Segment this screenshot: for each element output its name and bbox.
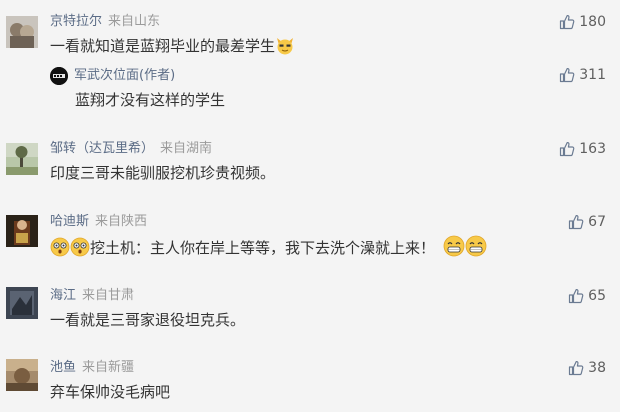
like-count: 163 [579,141,606,157]
user-name[interactable]: 京特拉尔 [50,14,102,29]
like-button[interactable]: 67 [568,213,606,231]
comment-header: 京特拉尔 来自山东 [50,14,160,30]
like-button[interactable]: 180 [559,13,606,31]
like-button[interactable]: 163 [559,140,606,158]
avatar[interactable] [6,215,38,247]
astonished-face-icon [70,237,90,263]
thumbs-up-icon [569,360,584,376]
avatar[interactable] [6,16,38,48]
comment-body: 挖土机：主人你在岸上等等，我下去洗个澡就上来！ [90,239,436,257]
comment-item: 邹转（达瓦里希） 来自湖南 印度三哥未能驯服挖机珍贵视频。 163 [0,130,620,202]
location-label: 来自新疆 [82,360,135,375]
user-name[interactable]: 池鱼 [50,360,76,375]
comment-text: 弃车保帅没毛病吧 [50,383,171,401]
avatar[interactable] [6,287,38,319]
location-label: 来自湖南 [160,141,213,156]
grinning-face-icon [465,235,487,263]
comment-body: 一看就知道是蓝翔毕业的最差学生 [50,37,276,55]
author-avatar[interactable] [50,67,68,85]
user-name[interactable]: 海江 [50,288,76,303]
user-name[interactable]: 邹转（达瓦里希） [50,141,154,156]
comment-header: 海江 来自甘肃 [50,288,134,304]
location-label: 来自山东 [108,14,161,29]
comment-item: 哈迪斯 来自陕西 挖土机：主人你在岸上等等，我下去洗个澡就上来！ 67 [0,202,620,274]
comment-header: 邹转（达瓦里希） 来自湖南 [50,141,212,157]
astonished-face-icon [50,237,70,263]
comment-item: 池鱼 来自新疆 弃车保帅没毛病吧 38 [0,346,620,412]
user-name[interactable]: 哈迪斯 [50,214,89,229]
author-name[interactable]: 军武次位面(作者) [74,68,175,83]
thumbs-up-icon [560,14,575,30]
comment-item: 京特拉尔 来自山东 一看就知道是蓝翔毕业的最差学生 180 军武次位面(作者) … [0,0,620,120]
like-button[interactable]: 38 [568,359,606,377]
location-label: 来自甘肃 [82,288,135,303]
like-count: 311 [579,67,606,83]
comment-text: 一看就是三哥家退役坦克兵。 [50,311,246,329]
comment-text: 挖土机：主人你在岸上等等，我下去洗个澡就上来！ [50,235,487,263]
location-label: 来自陕西 [95,214,148,229]
avatar[interactable] [6,359,38,391]
like-count: 67 [588,214,606,230]
reply-header: 军武次位面(作者) [74,68,175,84]
like-count: 180 [579,14,606,30]
reply-text: 蓝翔才没有这样的学生 [75,91,226,109]
reply-like-button[interactable]: 311 [559,66,606,84]
like-button[interactable]: 65 [568,287,606,305]
thumbs-up-icon [569,288,584,304]
thumbs-up-icon [569,214,584,230]
like-count: 65 [588,288,606,304]
like-count: 38 [588,360,606,376]
comment-text: 印度三哥未能驯服挖机珍贵视频。 [50,164,276,182]
grinning-face-icon [443,235,465,263]
thumbs-up-icon [560,67,575,83]
cat-face-icon [275,35,295,61]
comment-item: 海江 来自甘肃 一看就是三哥家退役坦克兵。 65 [0,274,620,346]
comment-list: 京特拉尔 来自山东 一看就知道是蓝翔毕业的最差学生 180 军武次位面(作者) … [0,0,620,412]
avatar[interactable] [6,143,38,175]
thumbs-up-icon [560,141,575,157]
comment-header: 哈迪斯 来自陕西 [50,214,147,230]
comment-text: 一看就知道是蓝翔毕业的最差学生 [50,35,295,61]
comment-header: 池鱼 来自新疆 [50,360,134,376]
